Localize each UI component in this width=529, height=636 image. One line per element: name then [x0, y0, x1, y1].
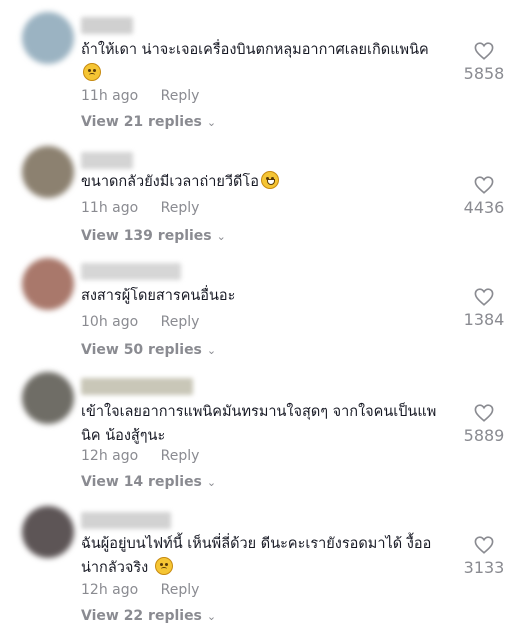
view-replies-button[interactable]: View 22 replies ⌄	[81, 608, 216, 624]
username-blurred[interactable]	[81, 263, 181, 280]
like-button[interactable]: 4436	[459, 176, 509, 217]
username-blurred[interactable]	[81, 152, 133, 169]
timestamp: 11h ago	[81, 88, 139, 104]
reply-button[interactable]: Reply	[161, 448, 200, 464]
comment-meta: 11h ago Reply	[81, 200, 199, 216]
avatar[interactable]	[22, 258, 74, 310]
comment-text: สงสารผู้โดยสารคนอื่นอะ	[81, 288, 236, 304]
comment-text: เข้าใจเลยอาการแพนิคมันทรมานใจสุดๆ จากใจค…	[81, 404, 437, 444]
chevron-down-icon: ⌄	[206, 476, 217, 489]
view-replies-button[interactable]: View 50 replies ⌄	[81, 342, 216, 358]
comment-text: ฉันผู้อยู่บนไฟท์นี้ เห็นพี่ลี่ด้วย ดีนะค…	[81, 536, 432, 576]
like-count: 5858	[463, 64, 505, 83]
like-button[interactable]: 3133	[459, 536, 509, 577]
like-count: 4436	[463, 198, 505, 217]
timestamp: 12h ago	[81, 448, 139, 464]
heart-icon	[474, 404, 494, 422]
comment-meta: 12h ago Reply	[81, 448, 199, 464]
reply-button[interactable]: Reply	[161, 582, 200, 598]
avatar[interactable]	[22, 146, 74, 198]
reply-button[interactable]: Reply	[161, 88, 200, 104]
comment-meta: 11h ago Reply	[81, 88, 199, 104]
comment-meta: 10h ago Reply	[81, 314, 199, 330]
heart-icon	[474, 176, 494, 194]
avatar[interactable]	[22, 372, 74, 424]
username-blurred[interactable]	[81, 17, 133, 34]
reply-button[interactable]: Reply	[161, 314, 200, 330]
comment-text: ขนาดกลัวยังมีเวลาถ่ายวีดีโอ	[81, 170, 461, 194]
avatar[interactable]	[22, 506, 74, 558]
reply-button[interactable]: Reply	[161, 200, 200, 216]
timestamp: 11h ago	[81, 200, 139, 216]
heart-icon	[474, 42, 494, 60]
comment-meta: 12h ago Reply	[81, 582, 199, 598]
like-button[interactable]: 1384	[459, 288, 509, 329]
heart-icon	[474, 288, 494, 306]
heart-icon	[474, 536, 494, 554]
timestamp: 12h ago	[81, 582, 139, 598]
username-blurred[interactable]	[81, 378, 193, 395]
chevron-down-icon: ⌄	[216, 230, 226, 243]
like-count: 5889	[463, 426, 505, 445]
like-button[interactable]: 5889	[459, 404, 509, 445]
like-count: 3133	[463, 558, 505, 577]
view-replies-button[interactable]: View 139 replies ⌄	[81, 228, 226, 244]
laughing-tears-icon	[260, 171, 279, 189]
chevron-down-icon: ⌄	[206, 610, 217, 623]
view-replies-button[interactable]: View 21 replies ⌄	[81, 114, 216, 130]
avatar[interactable]	[22, 12, 74, 64]
like-count: 1384	[463, 310, 505, 329]
chevron-down-icon: ⌄	[206, 116, 217, 129]
timestamp: 10h ago	[81, 314, 139, 330]
view-replies-button[interactable]: View 14 replies ⌄	[81, 474, 216, 490]
comment-text: ถ้าให้เดา น่าจะเจอเครื่องบินตกหลุมอากาศเ…	[81, 38, 461, 86]
username-blurred[interactable]	[81, 512, 171, 529]
worried-face-icon	[154, 557, 173, 575]
chevron-down-icon: ⌄	[206, 344, 217, 357]
like-button[interactable]: 5858	[459, 42, 509, 83]
worried-face-icon	[83, 63, 101, 81]
